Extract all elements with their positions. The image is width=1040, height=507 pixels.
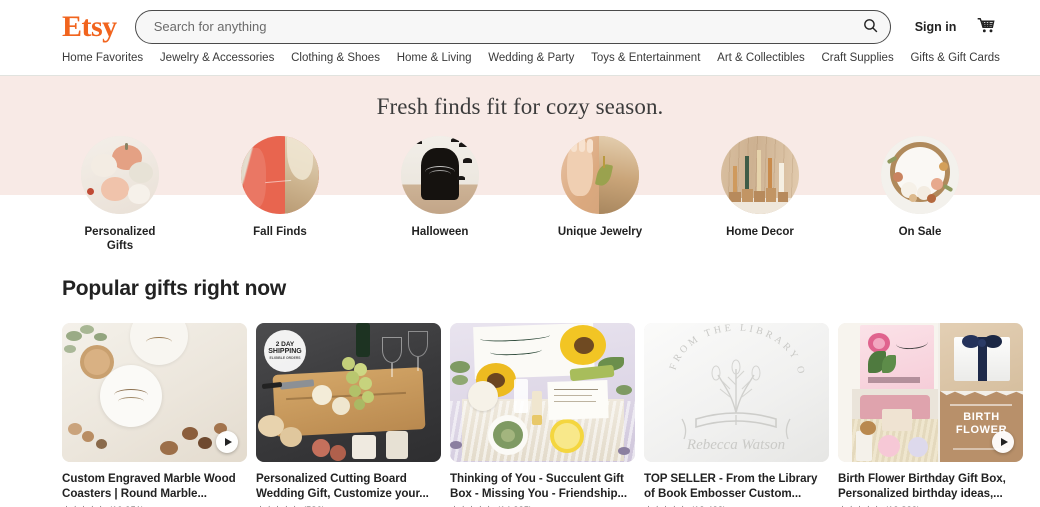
product-title: Thinking of You - Succulent Gift Box - M… <box>450 472 627 501</box>
search-bar[interactable] <box>134 9 891 44</box>
svg-text:Rebecca Watson: Rebecca Watson <box>686 437 785 453</box>
category-halloween[interactable]: Halloween <box>380 136 500 254</box>
category-circle-list: Personalized Gifts Fall Finds Halloween <box>0 136 1040 254</box>
category-label: On Sale <box>898 226 942 238</box>
nav-item-clothing-shoes[interactable]: Clothing & Shoes <box>291 52 380 65</box>
category-image-pumpkins <box>81 136 159 214</box>
category-label: Fall Finds <box>253 226 307 238</box>
embossed-design: FROM THE LIBRARY OF <box>644 323 807 453</box>
search-button[interactable] <box>858 14 884 40</box>
hero-banner-title: Fresh finds fit for cozy season. <box>376 94 664 119</box>
nav-item-craft-supplies[interactable]: Craft Supplies <box>821 52 893 65</box>
category-label: Home Decor <box>726 226 794 238</box>
nav-item-home-favorites[interactable]: Home Favorites <box>62 52 143 65</box>
etsy-logo[interactable]: Etsy <box>62 11 117 42</box>
product-image-cutting-board[interactable]: 2 DAY SHIPPING ELIGIBLE ORDERS <box>256 323 441 462</box>
product-card[interactable]: 2 DAY SHIPPING ELIGIBLE ORDERS Personali… <box>256 323 441 507</box>
video-play-button[interactable] <box>216 431 238 453</box>
product-card[interactable]: FROM THE LIBRARY OF <box>644 323 829 507</box>
nav-item-jewelry-accessories[interactable]: Jewelry & Accessories <box>160 52 274 65</box>
play-triangle-icon <box>1000 438 1008 446</box>
search-input[interactable] <box>153 10 858 43</box>
sign-in-link[interactable]: Sign in <box>915 20 957 34</box>
category-label: Personalized Gifts <box>84 226 156 253</box>
badge-line-2: SHIPPING <box>268 348 302 356</box>
category-image-sweater <box>241 136 319 214</box>
two-day-shipping-badge: 2 DAY SHIPPING ELIGIBLE ORDERS <box>264 330 306 372</box>
category-label: Unique Jewelry <box>557 226 643 238</box>
category-unique-jewelry[interactable]: Unique Jewelry <box>540 136 660 254</box>
product-image-succulent-gift-box[interactable] <box>450 323 635 462</box>
category-fall-finds[interactable]: Fall Finds <box>220 136 340 254</box>
video-play-button[interactable] <box>992 431 1014 453</box>
shopping-cart-icon <box>976 15 996 38</box>
product-title: Birth Flower Birthday Gift Box, Personal… <box>838 472 1006 501</box>
cart-button[interactable] <box>974 15 998 39</box>
category-personalized-gifts[interactable]: Personalized Gifts <box>60 136 180 254</box>
category-image-jewelry <box>561 136 639 214</box>
product-title: Personalized Cutting Board Wedding Gift,… <box>256 472 429 501</box>
play-triangle-icon <box>224 438 232 446</box>
nav-item-wedding-party[interactable]: Wedding & Party <box>488 52 574 65</box>
product-card[interactable]: Thinking of You - Succulent Gift Box - M… <box>450 323 635 507</box>
category-nav: Home Favorites Jewelry & Accessories Clo… <box>0 52 1040 76</box>
header-actions: Sign in <box>915 15 999 39</box>
product-card[interactable]: BIRTH FLOWER Birth Flower Birthday Gift … <box>838 323 1023 507</box>
nav-item-toys-entertainment[interactable]: Toys & Entertainment <box>591 52 700 65</box>
product-title: TOP SELLER - From the Library of Book Em… <box>644 472 818 501</box>
product-card[interactable]: Custom Engraved Marble Wood Coasters | R… <box>62 323 247 507</box>
category-image-wreath <box>881 136 959 214</box>
category-home-decor[interactable]: Home Decor <box>700 136 820 254</box>
category-image-halloween <box>401 136 479 214</box>
product-title: Custom Engraved Marble Wood Coasters | R… <box>62 472 236 501</box>
category-image-candles <box>721 136 799 214</box>
category-on-sale[interactable]: On Sale <box>860 136 980 254</box>
nav-item-gifts-gift-cards[interactable]: Gifts & Gift Cards <box>910 52 999 65</box>
site-header: Etsy Sign in <box>0 0 1040 53</box>
product-image-birth-flower-box[interactable]: BIRTH FLOWER <box>838 323 1023 462</box>
category-label: Halloween <box>411 226 469 238</box>
product-image-marble-coasters[interactable] <box>62 323 247 462</box>
search-icon <box>862 17 879 37</box>
svg-text:FROM THE LIBRARY OF: FROM THE LIBRARY OF <box>644 323 807 378</box>
nav-item-art-collectibles[interactable]: Art & Collectibles <box>717 52 805 65</box>
product-image-book-embosser[interactable]: FROM THE LIBRARY OF <box>644 323 829 462</box>
badge-line-3: ELIGIBLE ORDERS <box>269 355 301 360</box>
birth-flower-label-line-1: BIRTH <box>963 411 1000 423</box>
popular-gifts-section: Popular gifts right now Custom Engraved … <box>0 277 1040 507</box>
product-grid: Custom Engraved Marble Wood Coasters | R… <box>62 323 1023 507</box>
section-title: Popular gifts right now <box>62 277 287 300</box>
nav-item-home-living[interactable]: Home & Living <box>397 52 472 65</box>
badge-line-1: 2 DAY <box>275 340 295 348</box>
